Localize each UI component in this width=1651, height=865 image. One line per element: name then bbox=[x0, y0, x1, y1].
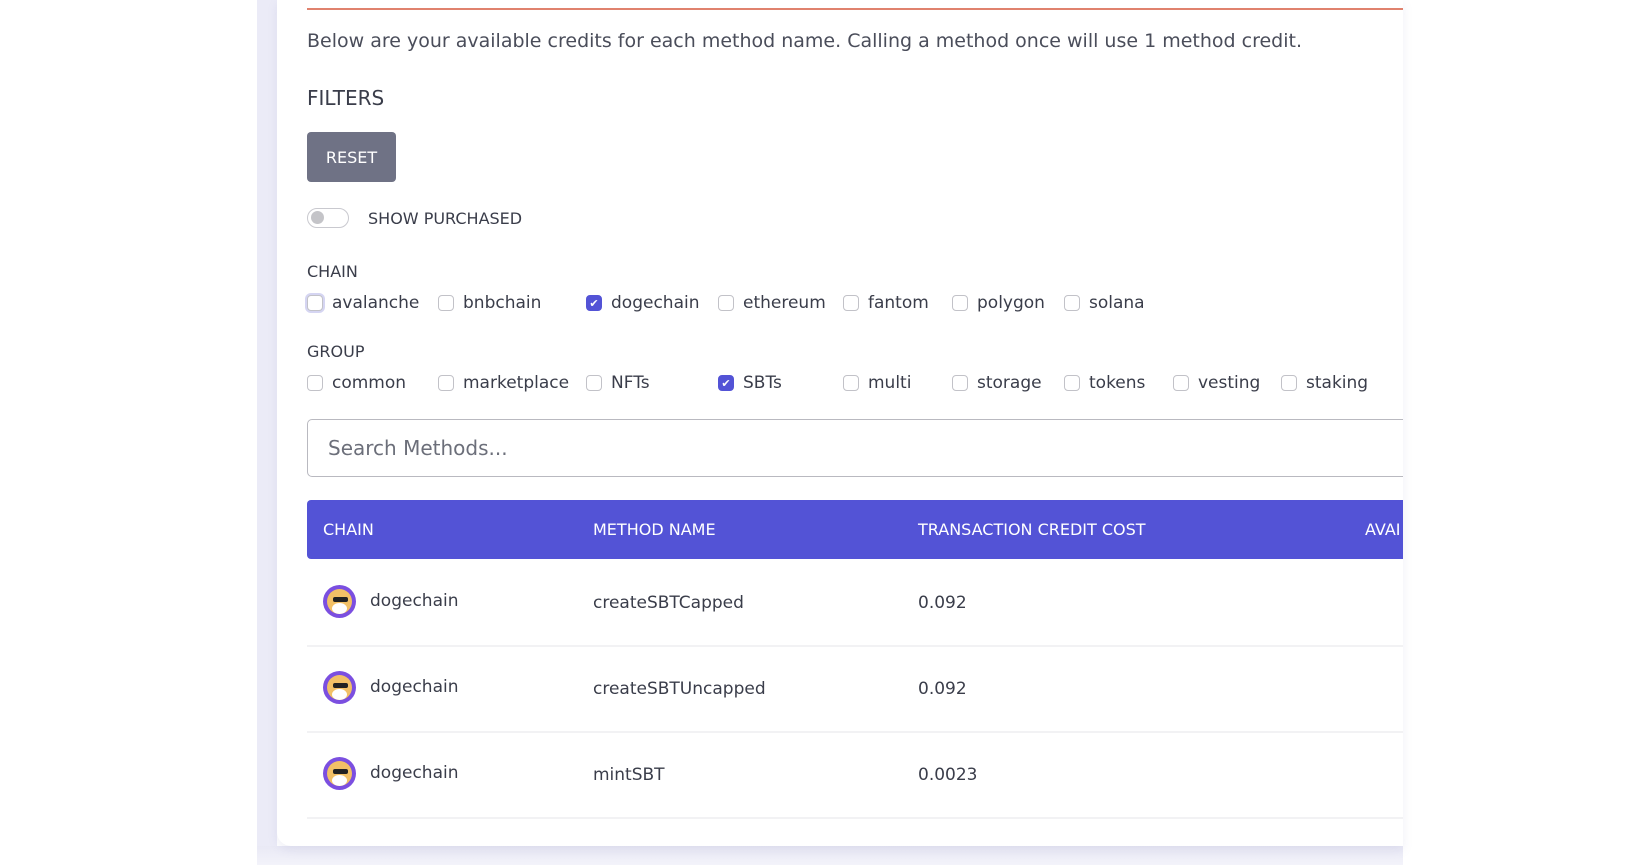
group-filter-staking[interactable]: staking bbox=[1281, 373, 1368, 393]
chain-filter-bnbchain[interactable]: bnbchain bbox=[438, 293, 541, 313]
chain-filter-dogechain[interactable]: ✔ dogechain bbox=[586, 293, 699, 313]
group-filter-tokens[interactable]: tokens bbox=[1064, 373, 1145, 393]
cost-cell: 0.0023 bbox=[918, 765, 978, 785]
chain-filter-solana[interactable]: solana bbox=[1064, 293, 1145, 313]
method-cell: createSBTUncapped bbox=[593, 679, 766, 699]
chain-filter-label: CHAIN bbox=[307, 262, 358, 281]
checkbox[interactable] bbox=[307, 295, 323, 311]
table-header: CHAIN METHOD NAME TRANSACTION CREDIT COS… bbox=[307, 500, 1403, 559]
checkbox-label: ethereum bbox=[743, 293, 826, 313]
table-row: dogechain createSBTUncapped 0.092 bbox=[307, 645, 1403, 733]
group-filter-storage[interactable]: storage bbox=[952, 373, 1042, 393]
column-header-cost[interactable]: TRANSACTION CREDIT COST bbox=[918, 520, 1146, 539]
dogechain-logo-icon bbox=[323, 757, 356, 790]
description: Below are your available credits for eac… bbox=[307, 30, 1303, 52]
group-filter-common[interactable]: common bbox=[307, 373, 406, 393]
checkbox[interactable] bbox=[1281, 375, 1297, 391]
checkbox[interactable] bbox=[438, 295, 454, 311]
toggle-knob bbox=[311, 211, 324, 224]
table-row: dogechain mintSBT 0.0023 bbox=[307, 731, 1403, 819]
checkbox-label: fantom bbox=[868, 293, 929, 313]
checkbox[interactable] bbox=[586, 375, 602, 391]
group-filter-sbts[interactable]: ✔ SBTs bbox=[718, 373, 782, 393]
checkbox[interactable] bbox=[1064, 375, 1080, 391]
checkbox[interactable] bbox=[952, 295, 968, 311]
chain-cell: dogechain bbox=[370, 591, 459, 611]
checkbox[interactable] bbox=[307, 375, 323, 391]
checkbox-label: avalanche bbox=[332, 293, 420, 313]
checkbox-label: common bbox=[332, 373, 407, 393]
credits-card: Below are your available credits for eac… bbox=[277, 0, 1403, 846]
method-cell: createSBTCapped bbox=[593, 593, 744, 613]
checkbox[interactable] bbox=[843, 295, 859, 311]
dogechain-logo-icon bbox=[323, 671, 356, 704]
filters-title: FILTERS bbox=[307, 86, 385, 110]
sidebar-edge bbox=[257, 0, 277, 865]
checkbox-label: vesting bbox=[1198, 373, 1261, 393]
chain-filter-fantom[interactable]: fantom bbox=[843, 293, 929, 313]
group-filter-multi[interactable]: multi bbox=[843, 373, 911, 393]
column-header-method[interactable]: METHOD NAME bbox=[593, 520, 716, 539]
column-header-available[interactable]: AVAI bbox=[1365, 520, 1401, 539]
show-purchased-label: SHOW PURCHASED bbox=[368, 209, 523, 228]
checkbox-label: marketplace bbox=[463, 373, 570, 393]
checkbox[interactable] bbox=[843, 375, 859, 391]
checkbox-label: NFTs bbox=[611, 373, 650, 393]
chain-filter-polygon[interactable]: polygon bbox=[952, 293, 1045, 313]
checkbox[interactable] bbox=[952, 375, 968, 391]
chain-cell: dogechain bbox=[370, 677, 459, 697]
checkbox-label: polygon bbox=[977, 293, 1045, 313]
method-cell: mintSBT bbox=[593, 765, 665, 785]
chain-cell: dogechain bbox=[370, 763, 459, 783]
cost-cell: 0.092 bbox=[918, 593, 967, 613]
column-header-chain[interactable]: CHAIN bbox=[323, 520, 374, 539]
checkbox[interactable] bbox=[1173, 375, 1189, 391]
group-filter-label: GROUP bbox=[307, 342, 365, 361]
checkbox-label: SBTs bbox=[743, 373, 782, 393]
checkbox-label: multi bbox=[868, 373, 912, 393]
checkbox[interactable]: ✔ bbox=[718, 375, 734, 391]
group-filter-vesting[interactable]: vesting bbox=[1173, 373, 1260, 393]
checkbox-label: solana bbox=[1089, 293, 1145, 313]
group-filter-marketplace[interactable]: marketplace bbox=[438, 373, 569, 393]
group-filter-nfts[interactable]: NFTs bbox=[586, 373, 650, 393]
show-purchased-toggle[interactable] bbox=[307, 208, 349, 228]
checkbox-label: bnbchain bbox=[463, 293, 542, 313]
checkbox[interactable] bbox=[438, 375, 454, 391]
chain-filter-avalanche[interactable]: avalanche bbox=[307, 293, 419, 313]
cost-cell: 0.092 bbox=[918, 679, 967, 699]
checkbox[interactable]: ✔ bbox=[586, 295, 602, 311]
checkbox[interactable] bbox=[1064, 295, 1080, 311]
reset-button[interactable]: RESET bbox=[307, 132, 396, 182]
chain-filter-ethereum[interactable]: ethereum bbox=[718, 293, 826, 313]
checkbox-label: storage bbox=[977, 373, 1042, 393]
dogechain-logo-icon bbox=[323, 585, 356, 618]
checkbox-label: staking bbox=[1306, 373, 1369, 393]
checkbox[interactable] bbox=[718, 295, 734, 311]
search-input[interactable] bbox=[307, 419, 1403, 477]
table-row: dogechain createSBTCapped 0.092 bbox=[307, 559, 1403, 647]
checkbox-label: dogechain bbox=[611, 293, 700, 313]
checkbox-label: tokens bbox=[1089, 373, 1146, 393]
page-background bbox=[257, 846, 1403, 865]
divider bbox=[307, 8, 1403, 10]
